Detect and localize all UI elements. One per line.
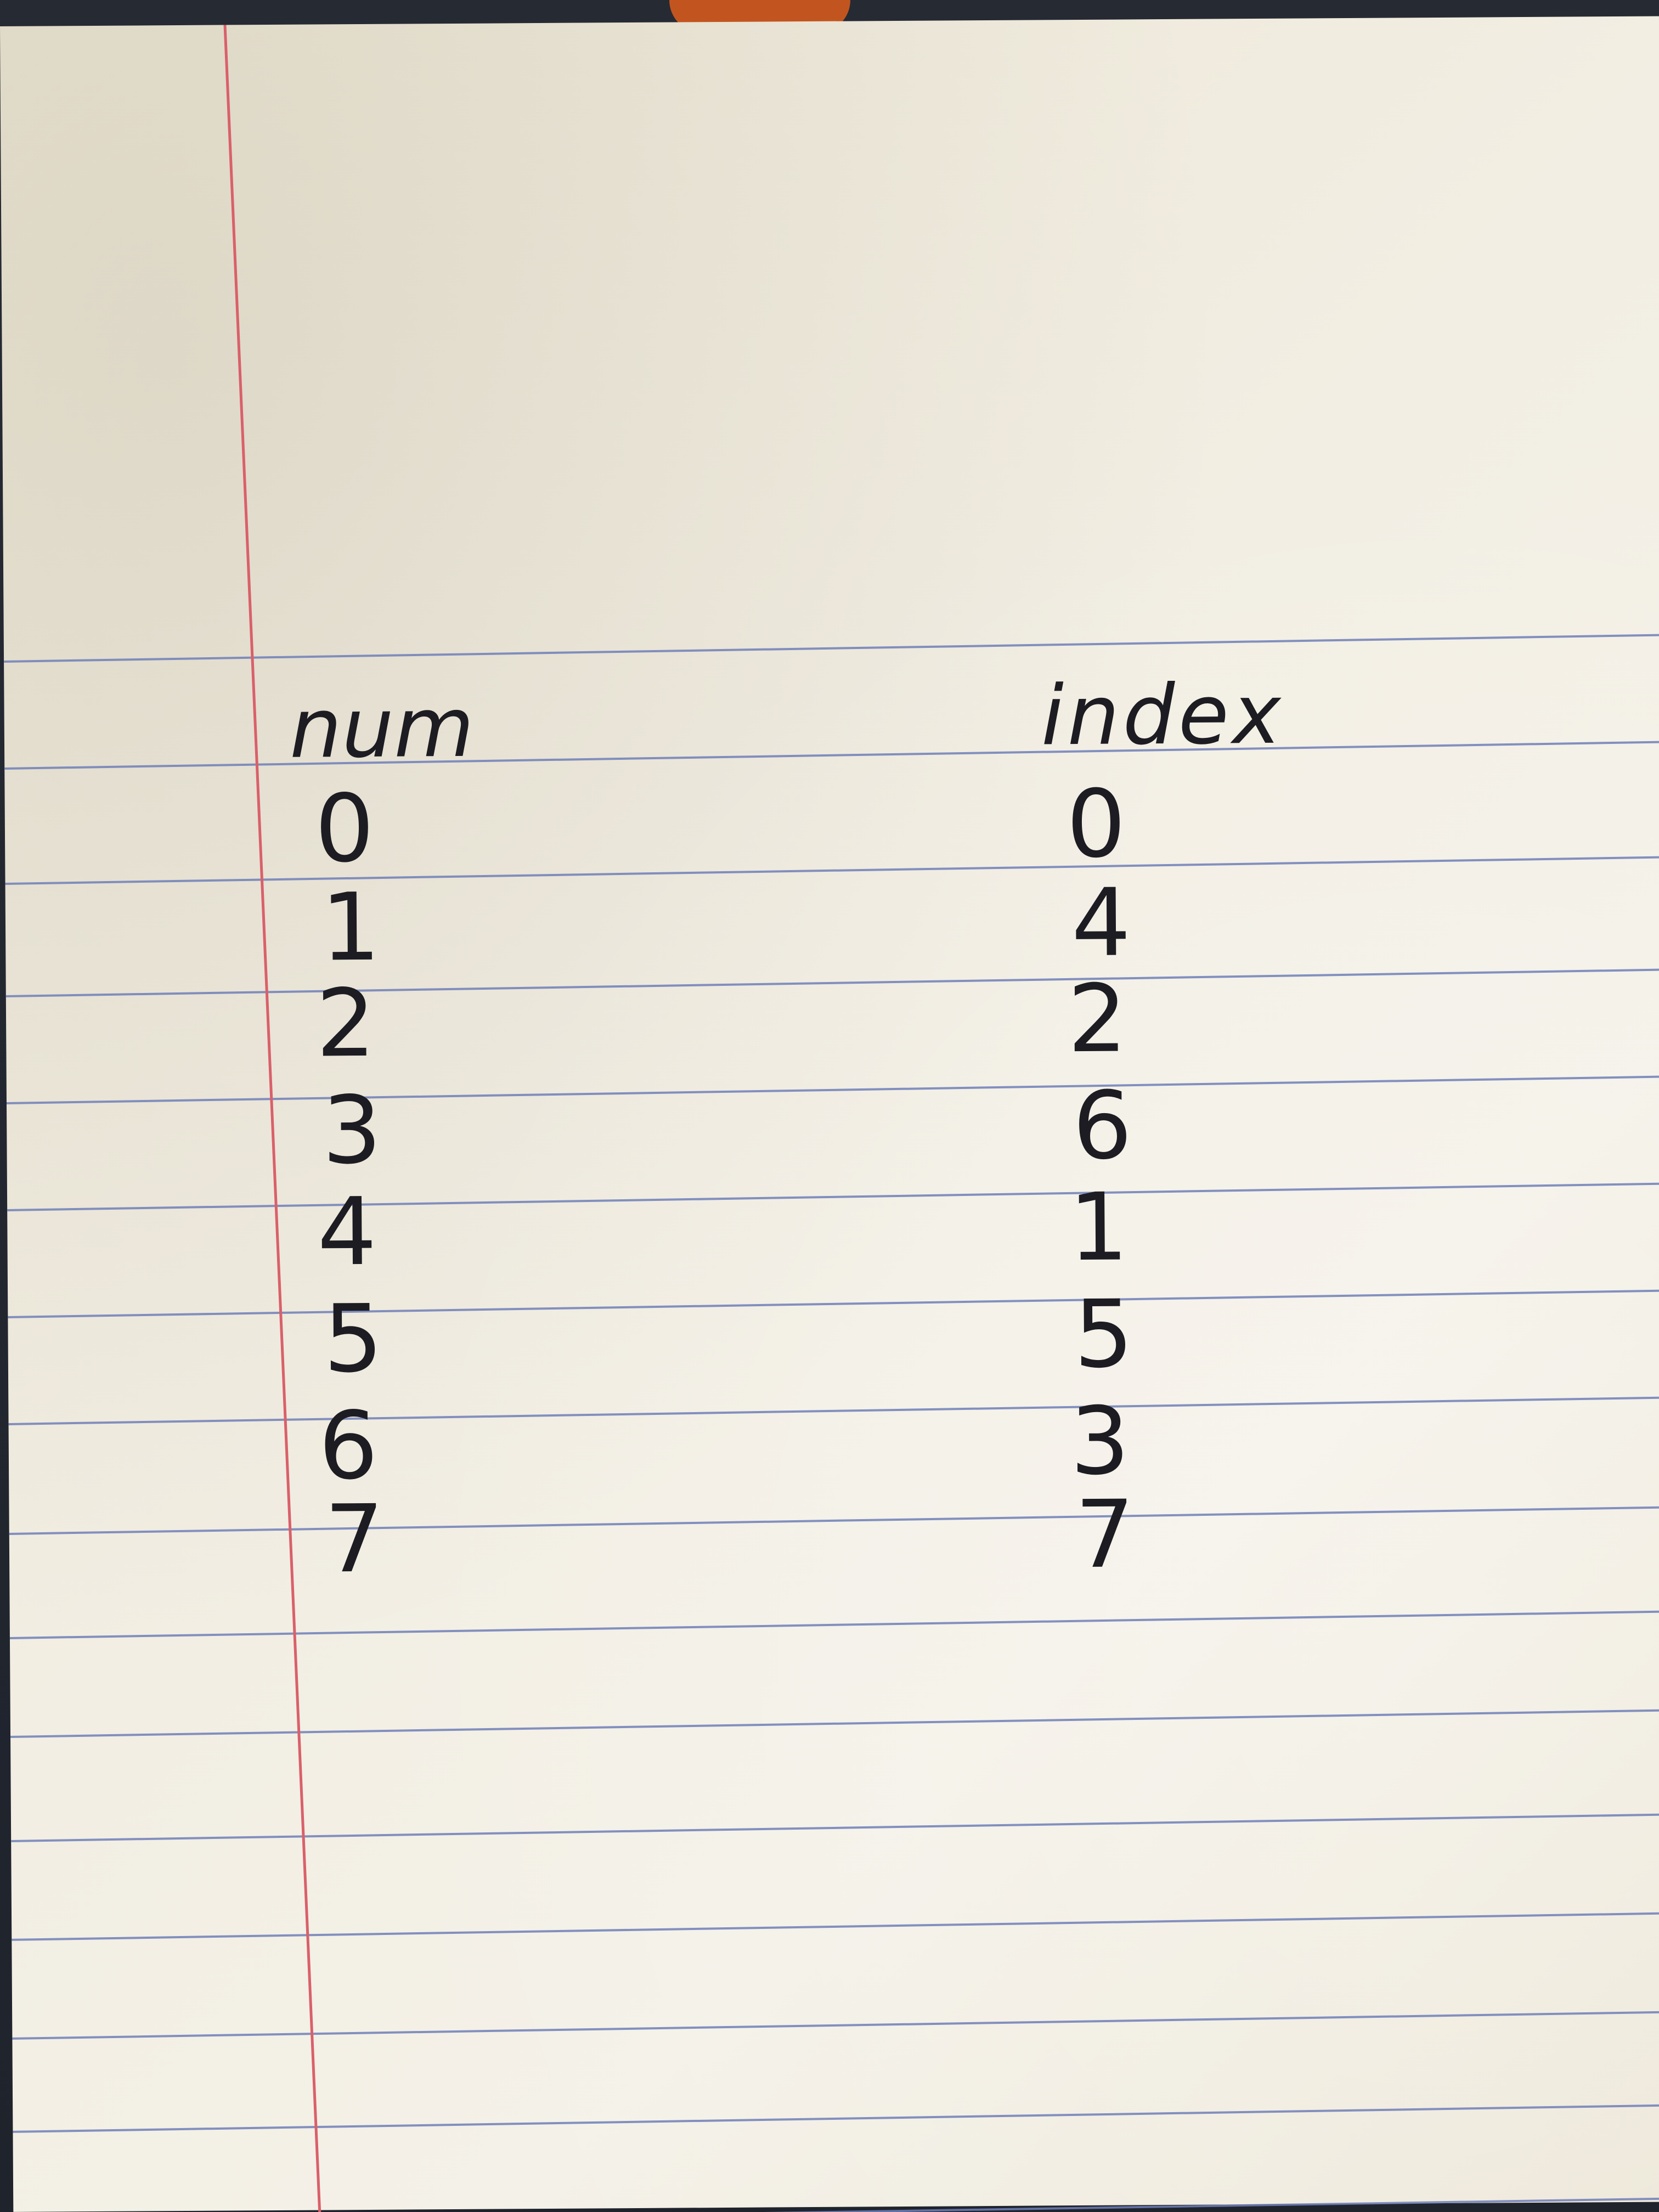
index-value: 1 [1069, 1173, 1128, 1282]
lined-paper: num index 0014223641556377 [0, 16, 1659, 2212]
rule-line [13, 2104, 1659, 2133]
rule-line [8, 1396, 1659, 1425]
rule-line [5, 968, 1659, 997]
rule-line [12, 2011, 1659, 2040]
index-value: 6 [1073, 1071, 1132, 1181]
margin-line [223, 25, 323, 2212]
rule-line [8, 1289, 1659, 1318]
photo-scene: num index 0014223641556377 [0, 0, 1659, 2212]
rule-line [9, 1610, 1659, 1639]
header-num: num [289, 680, 474, 777]
index-value: 4 [1071, 868, 1131, 978]
num-value: 0 [314, 775, 374, 884]
num-value: 1 [320, 873, 380, 983]
index-value: 2 [1067, 964, 1127, 1074]
num-value: 3 [322, 1076, 382, 1186]
rule-line [5, 856, 1659, 885]
value-rows: 0 01 42 23 64 15 56 37 7 [314, 770, 1135, 1594]
header-index: index [1041, 667, 1284, 764]
index-value: 3 [1070, 1387, 1130, 1496]
num-value: 5 [323, 1285, 383, 1394]
ruled-lines [4, 634, 1659, 2212]
rule-line [9, 1506, 1659, 1535]
rule-line [7, 1182, 1659, 1211]
num-value: 7 [324, 1485, 384, 1594]
num-value: 6 [318, 1392, 378, 1501]
paper-lines: num index 0 01 42 23 64 15 56 37 7 [4, 25, 1659, 2212]
rule-line [10, 1709, 1659, 1738]
num-value: 2 [316, 969, 376, 1079]
rule-line [12, 1912, 1659, 1941]
index-value: 7 [1075, 1480, 1135, 1589]
rule-line [4, 741, 1659, 770]
rule-line [11, 1813, 1659, 1842]
index-value: 5 [1074, 1280, 1133, 1389]
rule-line [13, 2197, 1659, 2212]
rule-line [6, 1075, 1659, 1104]
num-value: 4 [317, 1178, 377, 1287]
index-value: 0 [1066, 770, 1126, 879]
